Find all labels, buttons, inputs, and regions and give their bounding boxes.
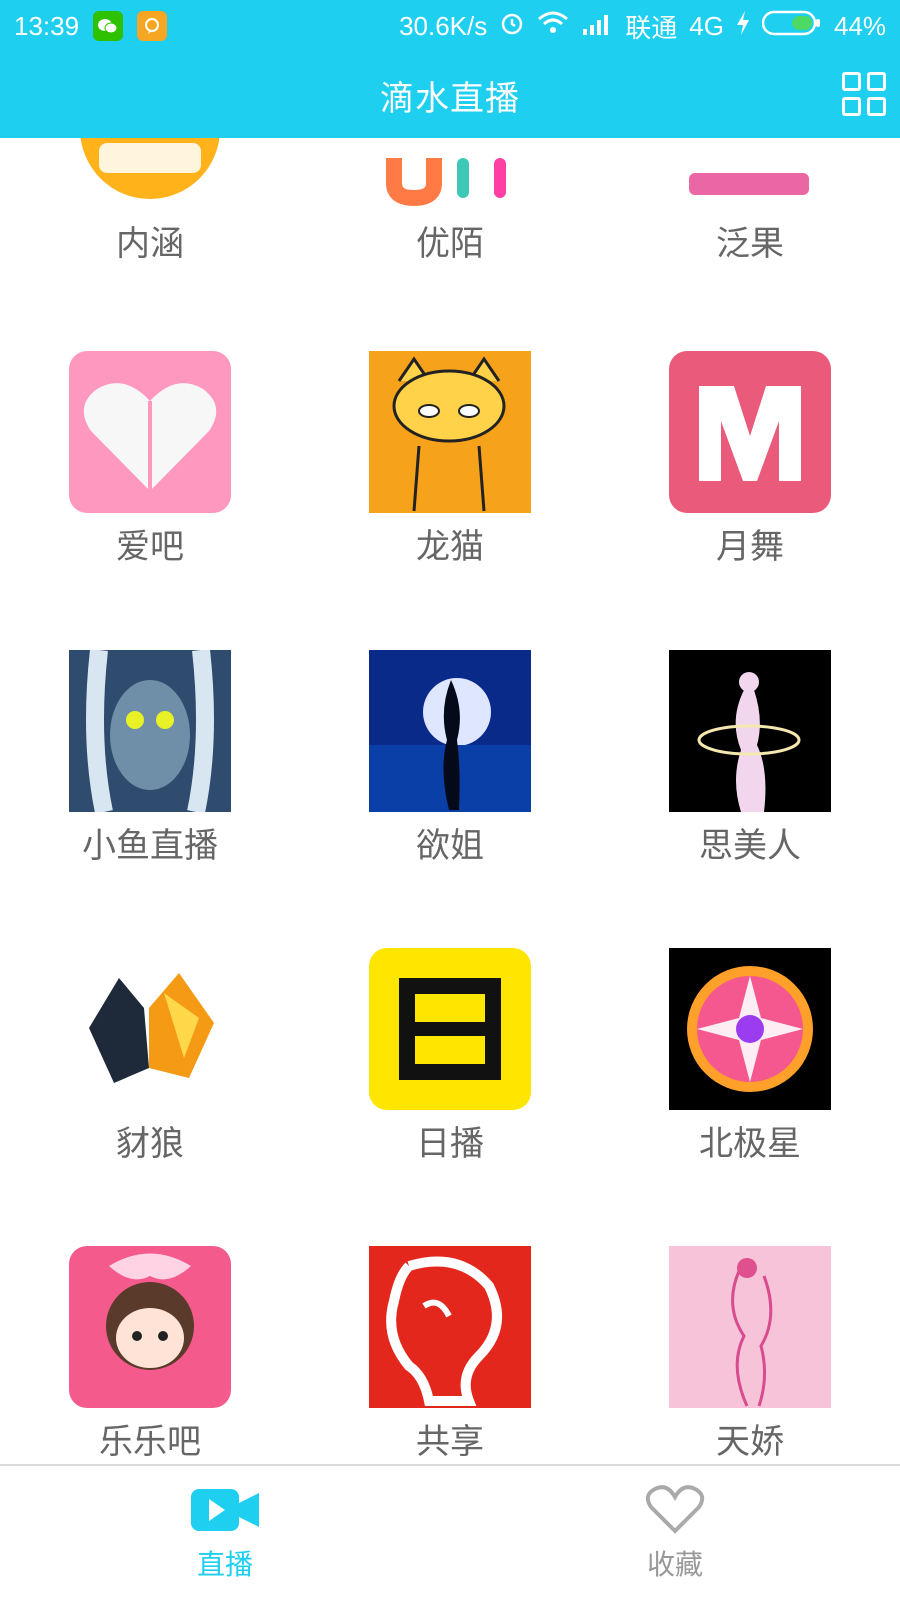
fanguo-icon [669, 138, 831, 210]
tile-youmo[interactable]: 优陌 [300, 138, 600, 308]
tile-xiaoyu[interactable]: 小鱼直播 [0, 650, 300, 910]
grid-cell [867, 72, 886, 91]
tile-gongxiang[interactable]: 共享 [300, 1246, 600, 1464]
tile-aiba[interactable]: 爱吧 [0, 351, 300, 611]
status-time: 13:39 [14, 10, 80, 41]
page-title: 滴水直播 [380, 78, 520, 119]
yuewu-icon [669, 351, 831, 513]
longmao-icon [369, 351, 531, 513]
tile-fanguo[interactable]: 泛果 [600, 138, 900, 308]
tile-longmao[interactable]: 龙猫 [300, 351, 600, 611]
tile-label: 共享 [416, 1422, 484, 1462]
nav-favorites-label: 收藏 [646, 1548, 703, 1581]
tile-beijixing[interactable]: 北极星 [600, 948, 900, 1208]
nav-live[interactable]: 直播 [0, 1466, 450, 1602]
battery-icon [761, 10, 822, 43]
aiba-icon [69, 351, 231, 513]
tile-label: 思美人 [699, 826, 801, 866]
xiaoyu-icon [69, 650, 231, 812]
alarm-icon [499, 10, 525, 43]
heart-icon [645, 1485, 705, 1539]
charging-icon [736, 10, 750, 42]
ribo-icon [369, 948, 531, 1110]
tile-yujie[interactable]: 欲姐 [300, 650, 600, 910]
tile-leleba[interactable]: 乐乐吧 [0, 1246, 300, 1464]
tile-label: 北极星 [699, 1124, 801, 1164]
bottom-nav: 直播 收藏 [0, 1464, 900, 1602]
tile-neihan[interactable]: 内涵 [0, 138, 300, 308]
network-speed: 30.6K/s [399, 10, 488, 41]
app-grid: 内涵 优陌 泛果 爱吧 龙猫 月舞 小鱼直播 欲姐 思美人 豺狼 日播 北极星 … [0, 138, 900, 1464]
neihan-icon [69, 138, 231, 210]
video-camera-icon [189, 1485, 261, 1539]
tianjiao-icon [669, 1246, 831, 1408]
beijixing-icon [669, 948, 831, 1110]
tile-label: 月舞 [716, 527, 784, 567]
chat-icon [137, 11, 168, 41]
tile-label: 日播 [416, 1124, 484, 1164]
youmo-icon [369, 138, 531, 210]
tile-label: 内涵 [116, 224, 184, 264]
status-bar: 13:39 30.6K/s 联通 4G 44% [0, 0, 900, 52]
carrier-label: 联通 [625, 12, 678, 43]
grid-cell [842, 72, 861, 91]
app-header: 滴水直播 [0, 52, 900, 138]
nav-favorites[interactable]: 收藏 [450, 1466, 900, 1602]
tile-label: 优陌 [416, 224, 484, 264]
tile-label: 豺狼 [116, 1124, 184, 1164]
tile-label: 乐乐吧 [99, 1422, 201, 1462]
tile-tianjiao[interactable]: 天娇 [600, 1246, 900, 1464]
simeiren-icon [669, 650, 831, 812]
tile-label: 泛果 [716, 224, 784, 264]
tile-label: 欲姐 [416, 826, 484, 866]
grid-icon[interactable] [842, 72, 886, 116]
tile-cailang[interactable]: 豺狼 [0, 948, 300, 1208]
signal-icon [581, 11, 613, 42]
cailang-icon [69, 948, 231, 1110]
tile-label: 天娇 [716, 1422, 784, 1462]
grid-cell [842, 97, 861, 116]
battery-percent: 44% [833, 10, 886, 41]
leleba-icon [69, 1246, 231, 1408]
tile-yuewu[interactable]: 月舞 [600, 351, 900, 611]
tile-label: 爱吧 [116, 527, 184, 567]
grid-cell [867, 97, 886, 116]
nav-live-label: 直播 [196, 1548, 253, 1581]
wechat-icon [93, 11, 124, 41]
tile-label: 小鱼直播 [82, 826, 218, 866]
tile-ribo[interactable]: 日播 [300, 948, 600, 1208]
wifi-icon [537, 11, 569, 42]
tile-label: 龙猫 [416, 527, 484, 567]
network-type: 4G [689, 10, 724, 41]
yujie-icon [369, 650, 531, 812]
tile-simeiren[interactable]: 思美人 [600, 650, 900, 910]
gongxiang-icon [369, 1246, 531, 1408]
